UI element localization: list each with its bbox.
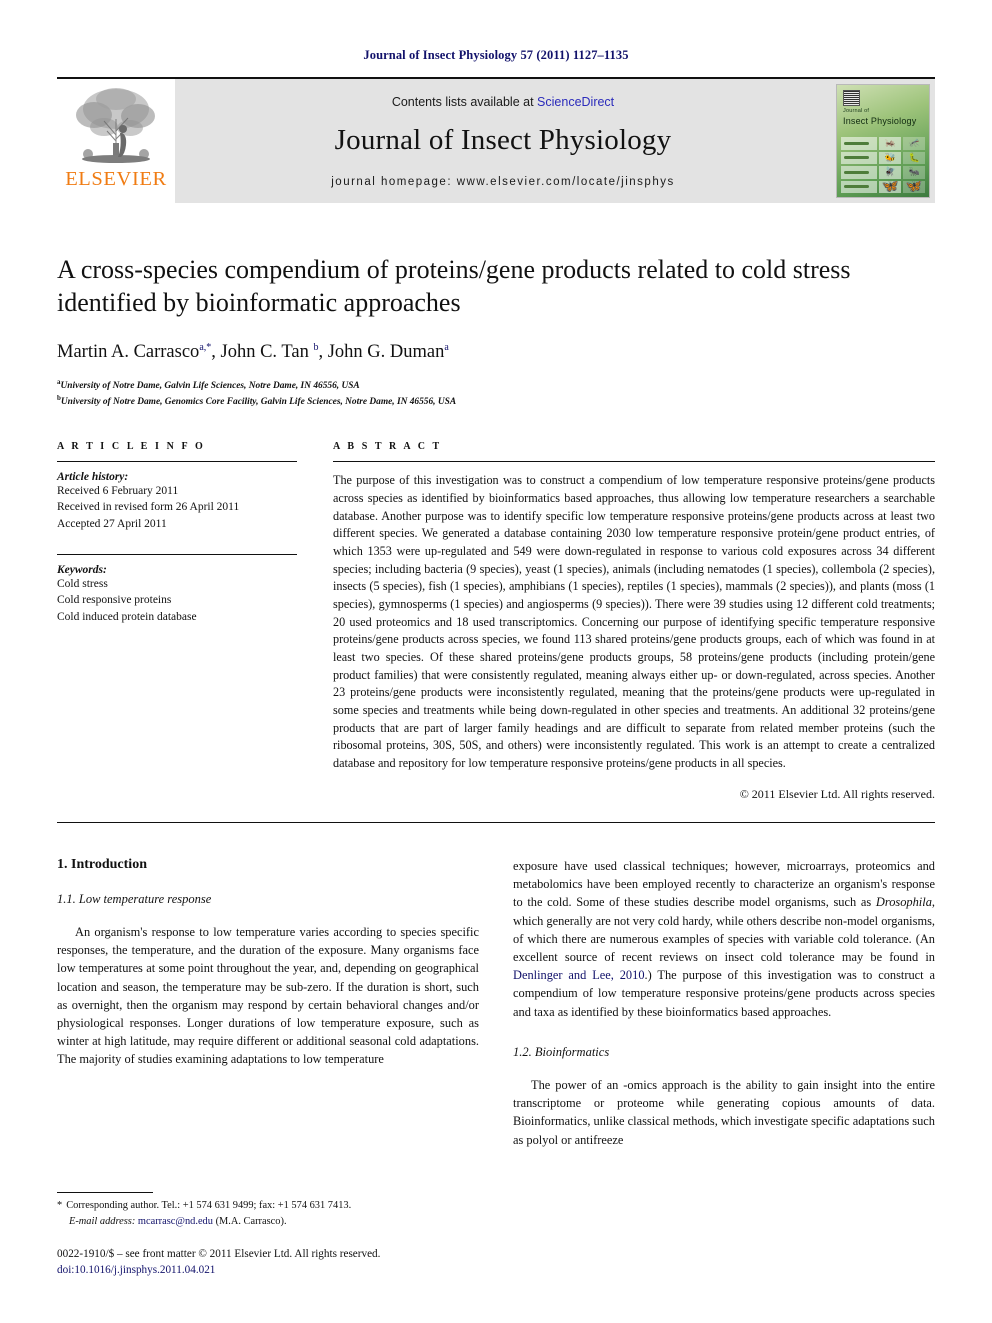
paragraph: An organism's response to low temperatur… [57, 924, 479, 1067]
cover-publisher-icon [843, 90, 860, 106]
divider [57, 821, 935, 823]
elsevier-logo-block: ELSEVIER [57, 79, 175, 203]
cover-cell: 🐛 [903, 151, 925, 164]
abstract-column: A B S T R A C T The purpose of this inve… [333, 441, 935, 802]
divider [333, 461, 935, 463]
cover-cell [841, 137, 878, 150]
info-abstract-section: A R T I C L E I N F O Article history: R… [57, 441, 935, 802]
species-name: Drosophila [875, 895, 932, 910]
affiliation-text: University of Notre Dame, Galvin Life Sc… [60, 380, 360, 391]
doi-link[interactable]: doi:10.1016/j.jinsphys.2011.04.021 [57, 1263, 476, 1279]
email-owner: (M.A. Carrasco). [215, 1215, 287, 1227]
elsevier-wordmark: ELSEVIER [65, 168, 167, 190]
page-footer: * Corresponding author. Tel.: +1 574 631 … [57, 1191, 476, 1279]
page-title: A cross-species compendium of proteins/g… [57, 255, 851, 318]
journal-banner: Contents lists available at ScienceDirec… [175, 79, 831, 203]
journal-cover-thumbnail: Journal of Insect Physiology 🦗 🦟 🐝 🐛 🪰 🐜… [836, 84, 930, 198]
affiliation-list: aUniversity of Notre Dame, Galvin Life S… [57, 377, 935, 409]
journal-homepage-link[interactable]: journal homepage: www.elsevier.com/locat… [331, 176, 674, 188]
email-link[interactable]: mcarrasc@nd.edu [138, 1216, 213, 1227]
cover-cell: 🦟 [903, 137, 925, 150]
keyword-item: Cold responsive proteins [57, 594, 172, 607]
body-columns: 1. Introduction 1.1. Low temperature res… [57, 857, 935, 1149]
cover-cell: 🦋 [879, 180, 902, 193]
corresponding-author-note: * Corresponding author. Tel.: +1 574 631 … [57, 1198, 476, 1229]
front-matter-block: 0022-1910/$ – see front matter © 2011 El… [57, 1247, 476, 1279]
article-history-block: Article history: Received 6 February 201… [57, 471, 297, 532]
paragraph: The power of an -omics approach is the a… [513, 1077, 935, 1147]
divider [57, 554, 297, 556]
subsection-heading-low-temperature-response: 1.1. Low temperature response [57, 891, 212, 906]
corresponding-author-text: Corresponding author. Tel.: +1 574 631 9… [66, 1199, 352, 1211]
abstract-text: The purpose of this investigation was to… [333, 473, 935, 771]
contents-prefix: Contents lists available at [391, 94, 534, 109]
cover-line2: Insect Physiology [843, 116, 917, 126]
cover-cell: 🐝 [879, 151, 902, 164]
section-heading-introduction: 1. Introduction [57, 856, 147, 872]
cover-cell: 🐜 [903, 166, 925, 179]
article-history-item: Received in revised form 26 April 2011 [57, 501, 240, 514]
footnote-marker: * [57, 1199, 63, 1211]
author-list: Martin A. Carrascoa,*, John C. Tan b, Jo… [57, 341, 449, 362]
divider [57, 461, 297, 463]
email-line: E-mail address: mcarrasc@nd.edu (M.A. Ca… [57, 1214, 476, 1230]
affiliation-text: University of Notre Dame, Genomics Core … [60, 397, 457, 408]
body-column-right: exposure have used classical techniques;… [513, 857, 935, 1149]
abstract-label: A B S T R A C T [333, 441, 442, 453]
cover-cell: 🦋 [903, 180, 925, 193]
cover-cell: 🦗 [879, 137, 902, 150]
keywords-heading: Keywords: [57, 564, 107, 577]
journal-cover-block: Journal of Insect Physiology 🦗 🦟 🐝 🐛 🪰 🐜… [831, 79, 935, 203]
running-head: Journal of Insect Physiology 57 (2011) 1… [363, 48, 629, 62]
cover-cell: 🪰 [879, 166, 902, 179]
abstract-copyright: © 2011 Elsevier Ltd. All rights reserved… [739, 786, 935, 801]
article-history-heading: Article history: [57, 471, 129, 484]
keyword-item: Cold induced protein database [57, 610, 197, 623]
keywords-block: Keywords: Cold stress Cold responsive pr… [57, 564, 297, 625]
cover-image-grid: 🦗 🦟 🐝 🐛 🪰 🐜 🦋 🦋 [841, 137, 925, 193]
cover-line1: Journal of [843, 108, 870, 114]
paper-page: Journal of Insect Physiology 57 (2011) 1… [0, 0, 992, 1323]
issn-front-matter: 0022-1910/$ – see front matter © 2011 El… [57, 1248, 381, 1261]
cover-cell [841, 180, 878, 193]
journal-masthead: ELSEVIER Contents lists available at Sci… [57, 77, 935, 203]
title-area: A cross-species compendium of proteins/g… [57, 253, 935, 409]
sciencedirect-link[interactable]: ScienceDirect [537, 95, 614, 109]
body-column-left: 1. Introduction 1.1. Low temperature res… [57, 857, 479, 1149]
affiliation-item: bUniversity of Notre Dame, Genomics Core… [57, 393, 935, 409]
subsection-heading-bioinformatics: 1.2. Bioinformatics [513, 1044, 610, 1059]
article-history-item: Accepted 27 April 2011 [57, 517, 167, 530]
article-info-label: A R T I C L E I N F O [57, 441, 206, 453]
cover-cell [841, 166, 878, 179]
journal-title: Journal of Insect Physiology [334, 123, 672, 156]
paragraph-part: exposure have used classical techniques;… [513, 858, 935, 910]
citation-link[interactable]: Denlinger and Lee, 2010 [513, 968, 645, 982]
contents-available-line: Contents lists available at ScienceDirec… [392, 95, 614, 109]
email-label: E-mail address: [69, 1215, 136, 1227]
article-info-column: A R T I C L E I N F O Article history: R… [57, 441, 297, 802]
paragraph: exposure have used classical techniques;… [513, 857, 935, 1021]
keyword-item: Cold stress [57, 578, 108, 591]
cover-cell [841, 151, 878, 164]
elsevier-tree-icon [76, 88, 155, 163]
footnote-divider [57, 1191, 153, 1193]
affiliation-item: aUniversity of Notre Dame, Galvin Life S… [57, 377, 935, 393]
article-history-item: Received 6 February 2011 [57, 485, 179, 498]
